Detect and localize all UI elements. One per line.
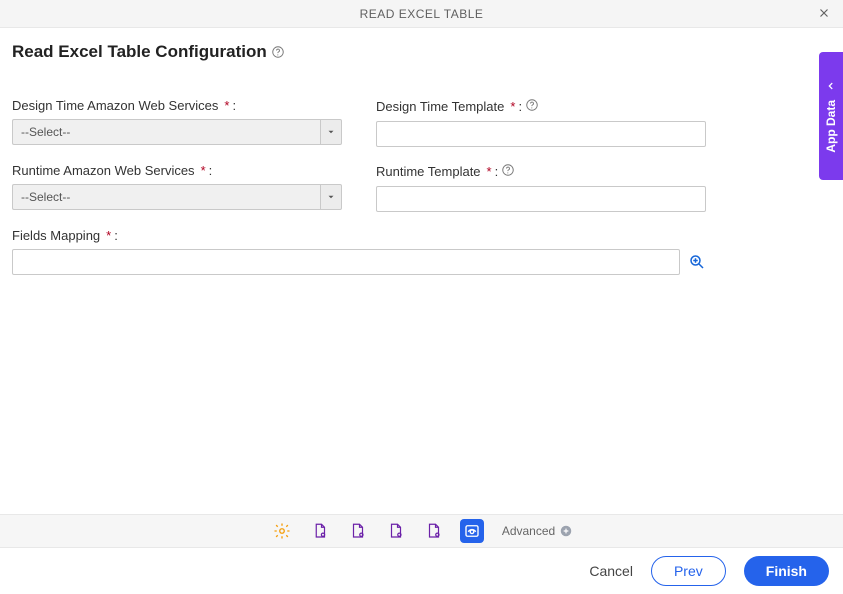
caret-down-icon — [326, 127, 336, 137]
preview-eye-icon — [463, 522, 481, 540]
required-asterisk: * — [510, 99, 515, 114]
required-asterisk: * — [201, 163, 206, 178]
caret-down-icon — [326, 192, 336, 202]
close-button[interactable] — [815, 4, 833, 22]
toolbar-item-doc-3[interactable] — [384, 519, 408, 543]
toolbar-item-doc-2[interactable] — [346, 519, 370, 543]
required-asterisk: * — [106, 228, 111, 243]
document-gear-icon — [349, 522, 367, 540]
help-icon — [525, 98, 539, 112]
label-text: Runtime Template — [376, 164, 481, 179]
select-value: --Select-- — [12, 119, 320, 145]
close-icon — [817, 6, 831, 20]
label-fields-mapping: Fields Mapping *: — [12, 228, 706, 243]
toolbar-item-preview-active[interactable] — [460, 519, 484, 543]
label-colon: : — [495, 164, 499, 179]
input-fields-mapping[interactable] — [12, 249, 680, 275]
footer-toolbar: Advanced — [0, 514, 843, 548]
dialog-title-bar: READ EXCEL TABLE — [0, 0, 843, 28]
dropdown-caret — [320, 184, 342, 210]
document-gear-icon — [425, 522, 443, 540]
chevron-left-icon — [826, 80, 836, 94]
label-colon: : — [232, 98, 236, 113]
help-icon — [501, 163, 515, 177]
help-design-time-template[interactable] — [525, 98, 539, 115]
page-help-button[interactable] — [271, 45, 285, 59]
toolbar-advanced-toggle[interactable]: Advanced — [502, 524, 573, 538]
input-runtime-template[interactable] — [376, 186, 706, 212]
required-asterisk: * — [487, 164, 492, 179]
search-zoom-icon — [688, 253, 706, 271]
plus-circle-icon — [559, 524, 573, 538]
label-text: Design Time Template — [376, 99, 504, 114]
toolbar-item-settings[interactable] — [270, 519, 294, 543]
label-colon: : — [518, 99, 522, 114]
help-icon — [271, 45, 285, 59]
document-gear-icon — [387, 522, 405, 540]
toolbar-item-doc-4[interactable] — [422, 519, 446, 543]
label-colon: : — [209, 163, 213, 178]
page-heading-row: Read Excel Table Configuration — [0, 28, 843, 68]
toolbar-item-doc-1[interactable] — [308, 519, 332, 543]
field-runtime-aws: Runtime Amazon Web Services *: --Select-… — [12, 163, 342, 210]
dialog-title: READ EXCEL TABLE — [360, 7, 484, 21]
prev-button[interactable]: Prev — [651, 556, 726, 586]
app-data-panel-toggle[interactable]: App Data — [819, 52, 843, 180]
select-design-time-aws[interactable]: --Select-- — [12, 119, 342, 145]
label-design-time-template: Design Time Template *: — [376, 98, 706, 115]
gear-icon — [273, 522, 291, 540]
cancel-button[interactable]: Cancel — [589, 563, 633, 579]
select-runtime-aws[interactable]: --Select-- — [12, 184, 342, 210]
label-runtime-template: Runtime Template *: — [376, 163, 706, 180]
dropdown-caret — [320, 119, 342, 145]
action-buttons-row: Cancel Prev Finish — [0, 548, 843, 594]
input-design-time-template[interactable] — [376, 121, 706, 147]
label-colon: : — [114, 228, 118, 243]
select-value: --Select-- — [12, 184, 320, 210]
dialog-footer: Advanced Cancel Prev Finish — [0, 514, 843, 594]
app-data-label: App Data — [824, 100, 838, 153]
label-runtime-aws: Runtime Amazon Web Services *: — [12, 163, 342, 178]
page-heading: Read Excel Table Configuration — [12, 42, 267, 62]
fields-mapping-lookup-button[interactable] — [688, 253, 706, 271]
field-fields-mapping: Fields Mapping *: — [12, 228, 706, 275]
document-gear-icon — [311, 522, 329, 540]
label-text: Runtime Amazon Web Services — [12, 163, 195, 178]
help-runtime-template[interactable] — [501, 163, 515, 180]
required-asterisk: * — [224, 98, 229, 113]
finish-button[interactable]: Finish — [744, 556, 829, 586]
advanced-label: Advanced — [502, 524, 555, 538]
label-text: Fields Mapping — [12, 228, 100, 243]
field-design-time-template: Design Time Template *: — [376, 98, 706, 147]
configuration-form: Design Time Amazon Web Services *: --Sel… — [0, 68, 843, 275]
field-design-time-aws: Design Time Amazon Web Services *: --Sel… — [12, 98, 342, 145]
field-runtime-template: Runtime Template *: — [376, 163, 706, 212]
label-design-time-aws: Design Time Amazon Web Services *: — [12, 98, 342, 113]
label-text: Design Time Amazon Web Services — [12, 98, 218, 113]
